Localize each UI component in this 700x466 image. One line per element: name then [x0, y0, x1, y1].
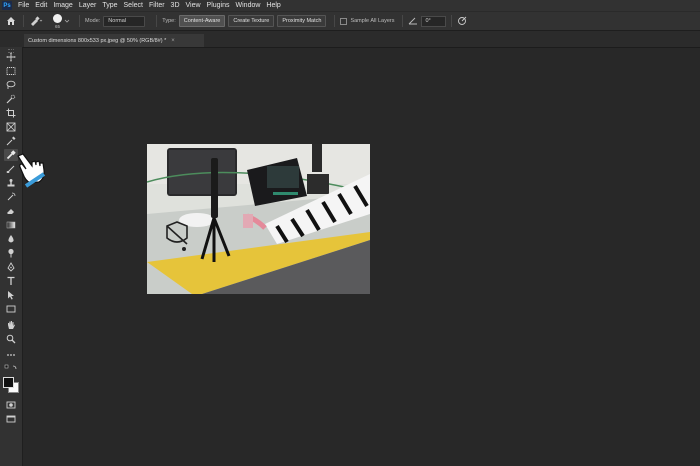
angle-icon — [409, 17, 418, 25]
canvas-area[interactable] — [23, 48, 700, 466]
document-image[interactable] — [147, 144, 370, 294]
close-icon[interactable]: × — [171, 38, 175, 44]
brush-tip-icon — [53, 13, 62, 23]
path-selection-tool-icon[interactable] — [4, 289, 18, 301]
frame-tool-icon[interactable] — [4, 121, 18, 133]
gradient-tool-icon[interactable] — [4, 219, 18, 231]
rectangle-tool-icon[interactable] — [4, 303, 18, 315]
separator — [402, 15, 404, 27]
history-brush-tool-icon[interactable] — [4, 191, 18, 203]
photoshop-logo-icon[interactable]: Ps — [2, 1, 12, 10]
separator — [451, 15, 453, 27]
document-tab-title: Custom dimensions 800x533 px.jpeg @ 50% … — [28, 37, 167, 44]
color-swatches[interactable] — [3, 377, 19, 393]
home-icon[interactable] — [4, 14, 18, 28]
menu-file[interactable]: File — [15, 2, 32, 9]
menu-filter[interactable]: Filter — [146, 2, 168, 9]
dodge-tool-icon[interactable] — [4, 247, 18, 259]
brush-size-picker[interactable]: 65 — [53, 13, 62, 29]
lasso-tool-icon[interactable] — [4, 79, 18, 91]
eyedropper-tool-icon[interactable] — [4, 135, 18, 147]
menu-3d[interactable]: 3D — [168, 2, 183, 9]
more-tools-icon[interactable] — [4, 349, 18, 361]
photo-content — [147, 144, 370, 294]
hand-tool-icon[interactable] — [4, 319, 18, 331]
quick-selection-tool-icon[interactable] — [4, 93, 18, 105]
chevron-down-icon[interactable] — [64, 18, 70, 24]
brush-size-value: 65 — [54, 23, 60, 29]
toolbar — [0, 47, 23, 466]
menu-help[interactable]: Help — [263, 2, 283, 9]
zoom-tool-icon[interactable] — [4, 333, 18, 345]
menu-select[interactable]: Select — [121, 2, 146, 9]
separator — [334, 15, 336, 27]
crop-tool-icon[interactable] — [4, 107, 18, 119]
pressure-size-icon[interactable] — [457, 16, 467, 26]
proximity-match-button[interactable]: Proximity Match — [277, 15, 327, 27]
move-tool-icon[interactable] — [4, 51, 18, 63]
swap-colors-icon[interactable] — [4, 363, 18, 373]
document-tab[interactable]: Custom dimensions 800x533 px.jpeg @ 50% … — [24, 34, 204, 47]
hand-cursor-icon — [14, 150, 48, 190]
screen-mode-icon[interactable] — [4, 413, 18, 425]
menu-plugins[interactable]: Plugins — [204, 2, 233, 9]
menu-bar: Ps File Edit Image Layer Type Select Fil… — [0, 0, 700, 11]
spot-healing-preset-icon[interactable] — [29, 14, 43, 28]
quick-mask-icon[interactable] — [4, 399, 18, 411]
document-tabs-bar: Custom dimensions 800x533 px.jpeg @ 50% … — [0, 31, 700, 48]
menu-layer[interactable]: Layer — [76, 2, 100, 9]
menu-view[interactable]: View — [183, 2, 204, 9]
foreground-color-swatch[interactable] — [3, 377, 14, 388]
angle-input[interactable]: 0° — [421, 15, 447, 27]
separator — [23, 15, 24, 27]
type-tool-icon[interactable] — [4, 275, 18, 287]
pen-tool-icon[interactable] — [4, 261, 18, 273]
mode-dropdown[interactable]: Normal — [103, 15, 146, 27]
menu-window[interactable]: Window — [233, 2, 264, 9]
type-label: Type: — [162, 18, 176, 24]
sample-all-layers-checkbox[interactable] — [340, 17, 348, 25]
create-texture-button[interactable]: Create Texture — [228, 15, 275, 27]
separator — [79, 15, 80, 27]
menu-image[interactable]: Image — [50, 2, 75, 9]
marquee-tool-icon[interactable] — [4, 65, 18, 77]
options-bar: 65 Mode: Normal Type: Content-Aware Crea… — [0, 11, 700, 31]
blur-tool-icon[interactable] — [4, 233, 18, 245]
menu-edit[interactable]: Edit — [32, 2, 50, 9]
mode-label: Mode: — [85, 18, 101, 24]
sample-all-layers-label: Sample All Layers — [350, 18, 395, 24]
menu-type[interactable]: Type — [99, 2, 120, 9]
separator — [156, 15, 158, 27]
eraser-tool-icon[interactable] — [4, 205, 18, 217]
content-aware-button[interactable]: Content-Aware — [178, 15, 226, 27]
